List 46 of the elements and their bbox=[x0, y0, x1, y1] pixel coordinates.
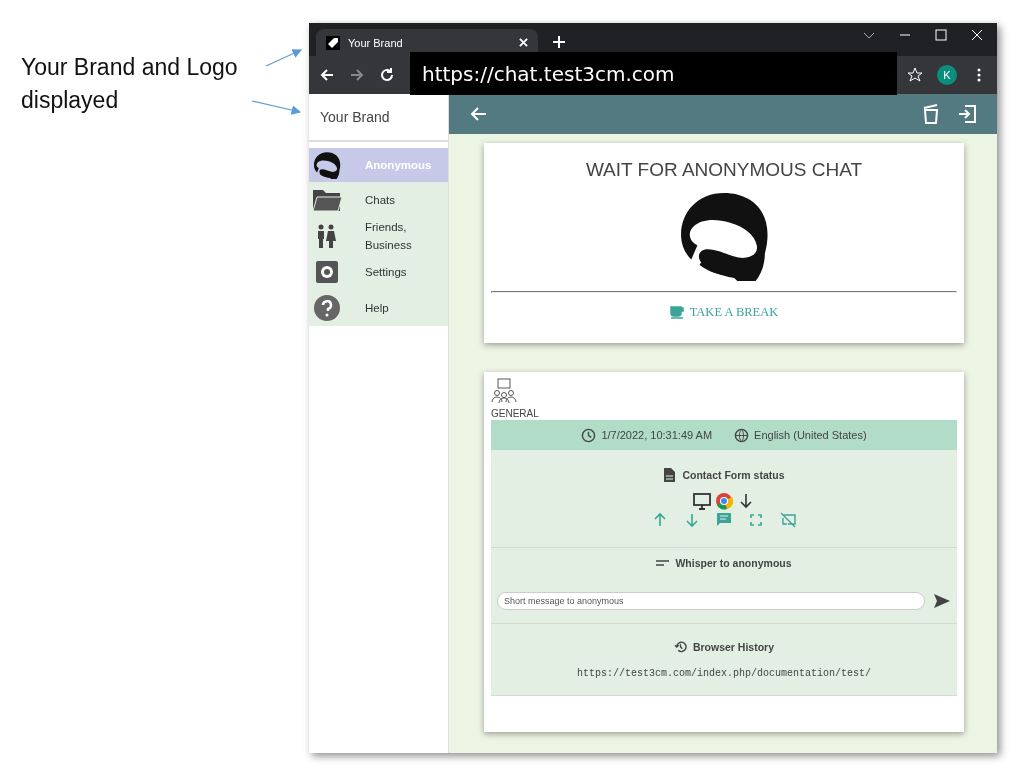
trash-icon[interactable] bbox=[921, 104, 941, 124]
section-title: Browser History bbox=[692, 641, 775, 653]
exit-icon[interactable] bbox=[957, 104, 977, 124]
plus-icon[interactable] bbox=[552, 35, 566, 49]
clock-icon bbox=[581, 427, 597, 443]
browser-tab[interactable]: Your Brand bbox=[316, 29, 538, 56]
sidebar-item[interactable]: Help bbox=[309, 290, 448, 326]
history-url: https://test3cm.com/index.php/documentation/test/ bbox=[576, 668, 872, 679]
timestamp: 1/7/2022, 10:31:49 AM bbox=[601, 429, 713, 441]
send-button[interactable] bbox=[933, 593, 951, 609]
annotation-text: Your Brand and Logo displayed bbox=[21, 53, 239, 115]
url-overlay-label: https://chat.test3cm.com bbox=[410, 52, 897, 95]
forward-arrow-icon[interactable] bbox=[349, 67, 365, 83]
send-icon bbox=[933, 593, 951, 609]
globe-icon bbox=[734, 427, 750, 443]
sidebar-item[interactable]: Settings bbox=[309, 254, 448, 290]
back-arrow-icon[interactable] bbox=[319, 67, 335, 83]
tag-icon bbox=[326, 35, 340, 50]
close-icon[interactable] bbox=[971, 29, 983, 41]
pointer-arrow bbox=[251, 100, 302, 115]
down-arrow-icon bbox=[737, 492, 755, 510]
language-label: English (United States) bbox=[754, 429, 867, 441]
star-icon[interactable] bbox=[907, 67, 923, 83]
browser-logo-icon bbox=[715, 492, 733, 510]
maximize-icon[interactable] bbox=[935, 29, 947, 41]
close-icon[interactable] bbox=[519, 38, 528, 47]
reload-icon[interactable] bbox=[379, 67, 395, 83]
section-title: Contact Form status bbox=[682, 469, 785, 481]
sidebar-item[interactable]: Friends, Business bbox=[309, 218, 448, 254]
help-icon bbox=[311, 294, 343, 322]
chat-bubble-icon[interactable] bbox=[716, 512, 732, 528]
profile-avatar[interactable]: K bbox=[937, 65, 957, 85]
section-title: Whisper to anonymous bbox=[675, 557, 792, 569]
screen-off-icon[interactable] bbox=[780, 512, 796, 528]
message-input-field[interactable]: Short message to anonymous bbox=[497, 592, 925, 610]
down-arrow-icon[interactable] bbox=[684, 512, 700, 528]
up-arrow-icon[interactable] bbox=[652, 512, 668, 528]
group-chat-icon bbox=[491, 378, 517, 404]
coffee-cup-icon bbox=[669, 306, 684, 319]
sidebar-item[interactable]: Chats bbox=[309, 182, 448, 218]
history-icon bbox=[673, 640, 687, 654]
channel-label: GENERAL bbox=[491, 408, 540, 419]
pointer-arrow bbox=[265, 49, 303, 67]
card-title: WAIT FOR ANONYMOUS CHAT bbox=[585, 159, 863, 181]
document-icon bbox=[663, 468, 677, 482]
monitor-icon bbox=[693, 492, 711, 510]
